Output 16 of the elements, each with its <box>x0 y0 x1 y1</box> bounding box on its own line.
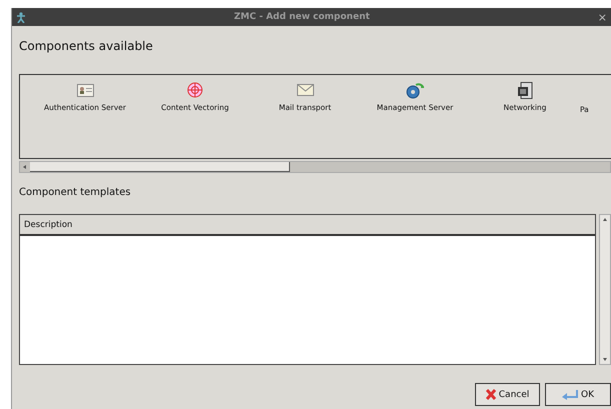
section-heading: Components available <box>18 38 154 55</box>
envelope-icon <box>296 84 314 96</box>
return-arrow-icon <box>562 390 578 400</box>
target-icon <box>187 82 203 98</box>
horizontal-scrollbar[interactable] <box>19 161 611 173</box>
close-button[interactable]: × <box>598 10 607 24</box>
app-icon <box>16 12 26 22</box>
section-heading: Component templates <box>18 186 132 200</box>
id-card-icon <box>76 84 94 96</box>
cross-icon <box>486 389 496 400</box>
ok-button[interactable]: OK <box>545 383 611 406</box>
cancel-button[interactable]: Cancel <box>475 383 540 406</box>
vertical-scrollbar[interactable] <box>599 214 611 365</box>
column-header[interactable]: Description <box>20 215 595 236</box>
window-title: ZMC - Add new component <box>233 12 371 22</box>
network-switch-icon <box>517 82 533 98</box>
